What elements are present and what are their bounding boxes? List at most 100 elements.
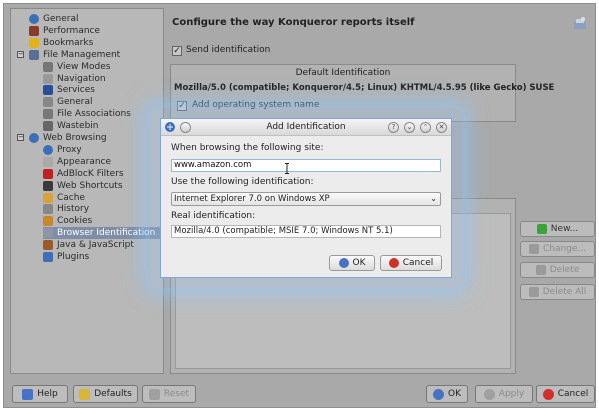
ok-button-label: OK xyxy=(448,389,461,399)
tree-item-label: Java & JavaScript xyxy=(57,240,134,251)
tree-item-label: Proxy xyxy=(57,144,82,155)
delete-all-button[interactable]: Delete All xyxy=(520,284,595,300)
file-assoc-icon xyxy=(43,109,53,120)
tree-item-label: Navigation xyxy=(57,73,106,84)
tree-item-label: Plugins xyxy=(57,252,90,262)
minimize-icon[interactable]: ⌄ xyxy=(404,122,415,133)
text-cursor-icon xyxy=(285,163,289,174)
dialog-ok-button[interactable]: OK xyxy=(329,255,375,271)
java-icon xyxy=(43,240,53,251)
tree-item[interactable]: Proxy xyxy=(43,144,82,156)
defaults-button-label: Defaults xyxy=(94,389,132,399)
edit-icon xyxy=(528,244,539,254)
ok-button[interactable]: OK xyxy=(426,385,468,403)
tree-item[interactable]: Cookies xyxy=(43,215,92,227)
identification-label: Use the following identification: xyxy=(171,177,314,187)
tree-item[interactable]: Java & JavaScript xyxy=(43,239,134,251)
page-title: Configure the way Konqueror reports itse… xyxy=(172,17,415,28)
tree-item-label: Browser Identification xyxy=(57,228,156,239)
reset-button[interactable]: Reset xyxy=(142,385,196,403)
send-identification-label: Send identification xyxy=(186,45,271,55)
help-button-label: Help xyxy=(37,389,58,399)
trash-icon xyxy=(43,121,53,132)
shortcut-icon xyxy=(43,180,53,191)
whats-this-icon[interactable] xyxy=(573,16,587,30)
tree-item[interactable]: Bookmarks xyxy=(29,37,93,49)
globe-icon xyxy=(43,144,53,155)
tree-item-label: Cache xyxy=(57,192,85,203)
apply-icon xyxy=(483,388,495,400)
tree-item-label: General xyxy=(57,97,93,108)
tree-item[interactable]: Wastebin xyxy=(43,120,99,132)
tree-item[interactable]: General xyxy=(29,13,78,25)
tree-item-label: Web Browsing xyxy=(43,133,107,143)
brush-icon xyxy=(43,156,53,167)
dialog-titlebar[interactable]: Add Identification ? ⌄ ⌃ ✕ xyxy=(161,119,451,136)
tree-item-label: Appearance xyxy=(57,156,112,167)
identification-selected: Internet Explorer 7.0 on Windows XP xyxy=(174,194,330,204)
globe-icon xyxy=(29,133,39,143)
tree-item[interactable]: Navigation xyxy=(43,73,106,85)
cancel-button[interactable]: Cancel xyxy=(536,385,595,403)
flag-icon xyxy=(43,85,53,96)
change-button[interactable]: Change... xyxy=(520,241,595,257)
mouse-icon xyxy=(43,73,53,84)
tree-item[interactable]: Browser Identification xyxy=(43,227,161,240)
tree-item-label: View Modes xyxy=(57,61,111,72)
globe-icon xyxy=(29,14,39,24)
site-input[interactable]: www.amazon.com xyxy=(171,159,441,172)
maximize-icon[interactable]: ⌃ xyxy=(420,122,431,133)
gear-icon xyxy=(43,97,53,108)
new-button-label: New... xyxy=(550,224,579,234)
tree-item[interactable]: AdBlocK Filters xyxy=(43,168,124,180)
tree-item[interactable]: Plugins xyxy=(43,251,89,263)
identification-select[interactable]: Internet Explorer 7.0 on Windows XP ⌄ xyxy=(171,192,441,206)
tree-item-label: Wastebin xyxy=(57,121,99,132)
real-identification-label: Real identification: xyxy=(171,211,256,221)
defaults-icon xyxy=(79,388,91,400)
plugin-icon xyxy=(43,252,53,262)
close-icon[interactable]: ✕ xyxy=(436,122,447,133)
tree-item-label: File Management xyxy=(43,49,121,60)
tree-item[interactable]: Web Browsing xyxy=(29,132,107,144)
tree-item[interactable]: Services xyxy=(43,84,95,96)
tree-item-label: History xyxy=(57,204,90,215)
folder-icon xyxy=(29,49,39,60)
tree-expander-icon[interactable]: − xyxy=(17,134,24,141)
add-identification-dialog: Add Identification ? ⌄ ⌃ ✕ When browsing… xyxy=(160,118,452,278)
delete-all-icon xyxy=(528,287,539,297)
category-tree[interactable]: General Performance Bookmarks − File Managem… xyxy=(10,8,164,374)
real-identification-value: Mozilla/4.0 (compatible; MSIE 7.0; Windo… xyxy=(171,225,441,238)
delete-button-label: Delete xyxy=(549,265,580,275)
tree-item[interactable]: Cache xyxy=(43,192,85,204)
tree-item[interactable]: File Management xyxy=(29,49,120,61)
help-button[interactable]: Help xyxy=(12,385,68,403)
tree-item-label: AdBlocK Filters xyxy=(57,168,124,179)
tree-item[interactable]: View Modes xyxy=(43,61,110,73)
tree-item-label: Performance xyxy=(43,25,101,36)
delete-button[interactable]: Delete xyxy=(520,262,595,278)
chevron-down-icon: ⌄ xyxy=(430,194,437,203)
stop-icon xyxy=(43,168,53,179)
tree-expander-icon[interactable]: − xyxy=(17,50,24,58)
cancel-button-label: Cancel xyxy=(557,389,589,399)
ok-icon xyxy=(433,388,444,400)
tree-item-label: File Associations xyxy=(57,109,131,120)
tree-item[interactable]: Web Shortcuts xyxy=(43,180,123,192)
reset-button-label: Reset xyxy=(163,389,190,399)
defaults-button[interactable]: Defaults xyxy=(73,385,138,403)
tree-item[interactable]: History xyxy=(43,203,89,215)
tree-item[interactable]: Performance xyxy=(29,25,100,37)
user-agent-string: Mozilla/5.0 (compatible; Konqueror/4.5; … xyxy=(174,83,555,93)
tree-item-label: Bookmarks xyxy=(43,37,94,48)
rocket-icon xyxy=(29,25,39,36)
context-help-icon[interactable]: ? xyxy=(388,122,399,133)
tree-item[interactable]: Appearance xyxy=(43,156,111,168)
tree-item[interactable]: General xyxy=(43,96,92,108)
apply-button[interactable]: Apply xyxy=(475,385,533,403)
new-button[interactable]: New... xyxy=(520,221,595,237)
tree-item[interactable]: File Associations xyxy=(43,108,131,120)
add-icon xyxy=(536,224,547,234)
send-identification-checkbox[interactable]: ✓ xyxy=(172,46,182,56)
dialog-cancel-button[interactable]: Cancel xyxy=(380,255,442,271)
